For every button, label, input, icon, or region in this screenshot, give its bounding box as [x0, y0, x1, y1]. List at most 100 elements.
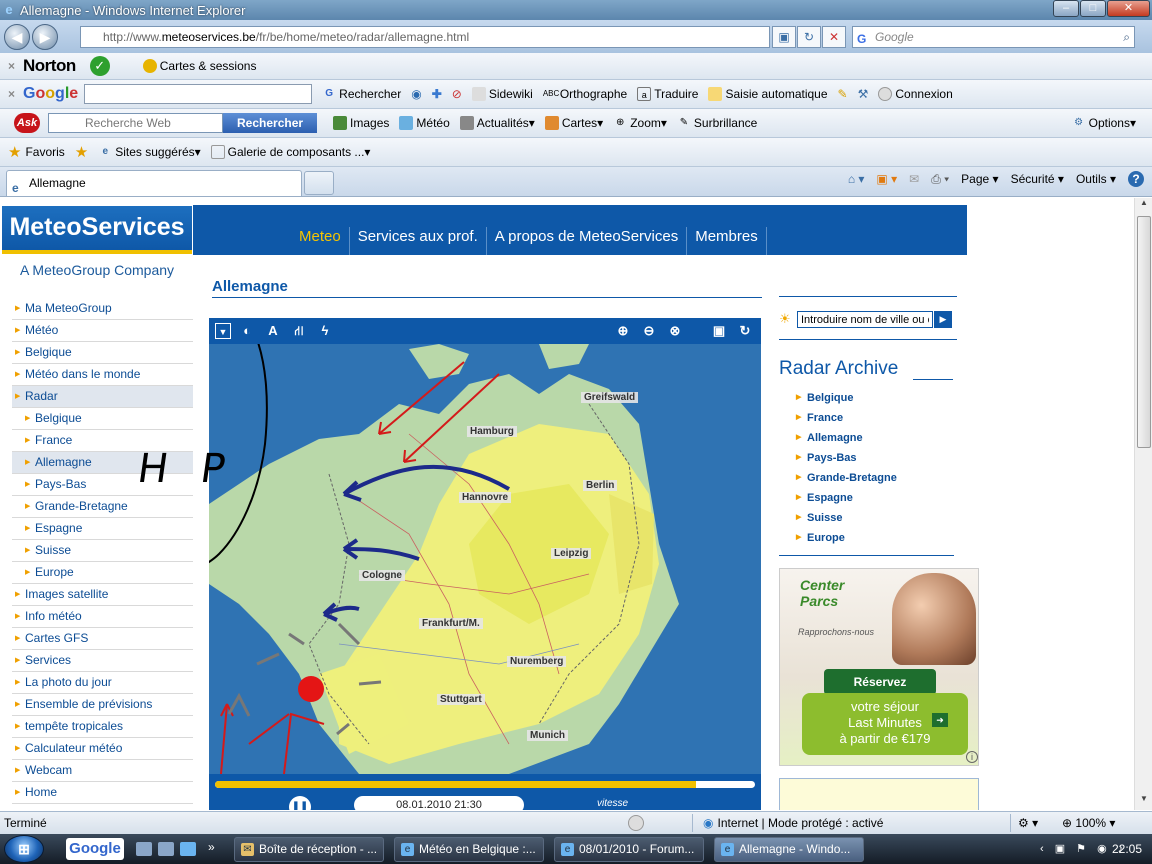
taskbar-task[interactable]: e Météo en Belgique :... — [394, 837, 544, 862]
help-icon[interactable]: ? — [1128, 171, 1144, 187]
menu-item[interactable]: Info météo — [12, 606, 193, 628]
spellcheck-button[interactable]: ABC Orthographe — [543, 87, 627, 101]
plus-icon[interactable]: ✚ — [432, 87, 442, 101]
menu-item[interactable]: Calculateur météo — [12, 738, 193, 760]
globe-icon[interactable]: ◉ — [411, 87, 421, 101]
menu-item[interactable]: Belgique — [12, 342, 193, 364]
security-zone[interactable]: ◉ Internet | Mode protégé : activé — [703, 816, 883, 830]
connect-button[interactable]: Connexion — [878, 87, 953, 101]
refresh-map-icon[interactable]: ↻ — [735, 322, 755, 340]
quicklaunch-more-icon[interactable]: » — [208, 840, 215, 854]
maximize-button[interactable]: □ — [1080, 0, 1106, 17]
archive-link[interactable]: Suisse — [796, 508, 897, 528]
city-search-input[interactable] — [797, 311, 933, 328]
show-desktop-icon[interactable] — [136, 842, 152, 856]
roads-icon[interactable]: ⛙ — [289, 322, 309, 340]
compat-view-icon[interactable]: ▣ — [772, 26, 796, 48]
archive-link[interactable]: France — [796, 408, 897, 428]
submenu-item[interactable]: Suisse — [12, 540, 193, 562]
archive-link[interactable]: Pays-Bas — [796, 448, 897, 468]
archive-link[interactable]: Europe — [796, 528, 897, 548]
menu-item[interactable]: Home — [12, 782, 193, 804]
suggested-sites-button[interactable]: e Sites suggérés ▾ — [98, 145, 200, 159]
taskbar-task-active[interactable]: e Allemagne - Windo... — [714, 837, 864, 862]
menu-item[interactable]: La photo du jour — [12, 672, 193, 694]
stop-icon[interactable]: ✕ — [822, 26, 846, 48]
identity-safe-button[interactable]: Cartes & sessions — [142, 59, 256, 73]
page-menu[interactable]: Page ▾ — [961, 172, 998, 186]
scroll-up-icon[interactable]: ▲ — [1135, 198, 1152, 214]
protected-mode-icon[interactable]: ⚙ ▾ — [1018, 816, 1038, 830]
privacy-icon[interactable] — [628, 815, 644, 831]
labels-icon[interactable]: A — [263, 322, 283, 340]
ask-images-button[interactable]: Images — [333, 116, 389, 130]
archive-link[interactable]: Grande-Bretagne — [796, 468, 897, 488]
magnifier-icon[interactable]: ⌕ — [1123, 27, 1130, 47]
menu-item[interactable]: Images satellite — [12, 584, 193, 606]
google-search-button[interactable]: G Rechercher — [322, 87, 401, 101]
new-tab-button[interactable] — [304, 171, 334, 195]
menu-item[interactable]: Météo dans le monde — [12, 364, 193, 386]
start-button[interactable]: ⊞ — [4, 835, 44, 863]
sidewiki-button[interactable]: Sidewiki — [471, 87, 533, 101]
animation-progress[interactable] — [215, 781, 755, 788]
ask-options-button[interactable]: ⚙ Options ▾ — [1072, 116, 1136, 130]
safe-web-indicator[interactable]: ✓ — [89, 56, 113, 76]
vertical-scrollbar[interactable]: ▲ ▼ — [1134, 198, 1152, 810]
menu-item[interactable]: tempête tropicales — [12, 716, 193, 738]
wrench-icon[interactable]: ⚒ — [858, 87, 869, 101]
taskbar-task[interactable]: ✉ Boîte de réception - ... — [234, 837, 384, 862]
google-search-input[interactable] — [84, 84, 313, 104]
arrow-right-icon[interactable]: ➜ — [932, 713, 948, 727]
ask-search-button[interactable]: Rechercher — [223, 113, 318, 133]
ie-quicklaunch-icon[interactable] — [180, 842, 196, 856]
submenu-item[interactable]: Espagne — [12, 518, 193, 540]
menu-item[interactable]: Ensemble de prévisions — [12, 694, 193, 716]
menu-item[interactable]: Cartes GFS — [12, 628, 193, 650]
switch-windows-icon[interactable] — [158, 842, 174, 856]
site-logo[interactable]: MeteoServices A MeteoGroup Company — [2, 206, 192, 282]
forward-button[interactable]: ▶ — [32, 24, 58, 50]
minimize-button[interactable]: – — [1053, 0, 1079, 17]
ask-search-input[interactable]: Recherche Web — [48, 113, 223, 133]
tools-menu[interactable]: Outils ▾ — [1076, 172, 1116, 186]
save-icon[interactable]: ▣ — [709, 322, 729, 340]
layers-dropdown-icon[interactable]: ▼ — [215, 323, 231, 339]
close-toolbar-icon[interactable]: × — [8, 59, 15, 73]
ask-highlight-button[interactable]: ✎ Surbrillance — [677, 116, 758, 130]
nav-services[interactable]: Services aux prof. — [348, 227, 486, 255]
zoom-level[interactable]: ⊕ 100% ▾ — [1062, 816, 1115, 830]
zoom-in-icon[interactable]: ⊕ — [613, 322, 633, 340]
zoom-reset-icon[interactable]: ⊗ — [665, 322, 685, 340]
norton-logo[interactable]: Norton — [23, 56, 76, 76]
archive-link[interactable]: Belgique — [796, 388, 897, 408]
ad-book-now-button[interactable]: Réservez maintenant — [824, 669, 936, 715]
popup-blocker-icon[interactable]: ⊘ — [452, 87, 462, 101]
clock[interactable]: 22:05 — [1112, 842, 1142, 856]
city-search-go-button[interactable]: ▶ — [934, 311, 952, 328]
archive-link[interactable]: Espagne — [796, 488, 897, 508]
center-parcs-ad[interactable]: Center Parcs Rapprochons-nous Réservez m… — [779, 568, 979, 766]
favorites-button[interactable]: Favoris — [25, 145, 64, 159]
menu-item-radar[interactable]: Radar — [12, 386, 193, 408]
info-icon[interactable]: i — [966, 751, 978, 763]
scroll-down-icon[interactable]: ▼ — [1135, 794, 1152, 810]
ask-logo[interactable]: Ask — [14, 113, 40, 133]
archive-link[interactable]: Allemagne — [796, 428, 897, 448]
scroll-thumb[interactable] — [1137, 216, 1151, 448]
ask-weather-button[interactable]: Météo — [399, 116, 450, 130]
radar-map[interactable]: Greifswald Hamburg Berlin Hannovre Leipz… — [209, 344, 761, 774]
close-button[interactable]: ✕ — [1107, 0, 1150, 17]
translate-button[interactable]: a Traduire — [637, 87, 698, 101]
nav-about[interactable]: A propos de MeteoServices — [485, 227, 686, 255]
globe-icon[interactable]: ◐ — [237, 322, 257, 340]
zoom-out-icon[interactable]: ⊖ — [639, 322, 659, 340]
menu-item[interactable]: Services — [12, 650, 193, 672]
pause-button[interactable]: ❚❚ — [289, 796, 311, 810]
home-icon[interactable]: ⌂ ▾ — [848, 172, 865, 186]
add-favorite-icon[interactable]: ★ — [75, 143, 88, 161]
submenu-item[interactable]: Grande-Bretagne — [12, 496, 193, 518]
feeds-icon[interactable]: ▣ ▾ — [876, 172, 897, 186]
taskbar-task[interactable]: e 08/01/2010 - Forum... — [554, 837, 704, 862]
nav-members[interactable]: Membres — [686, 227, 767, 255]
